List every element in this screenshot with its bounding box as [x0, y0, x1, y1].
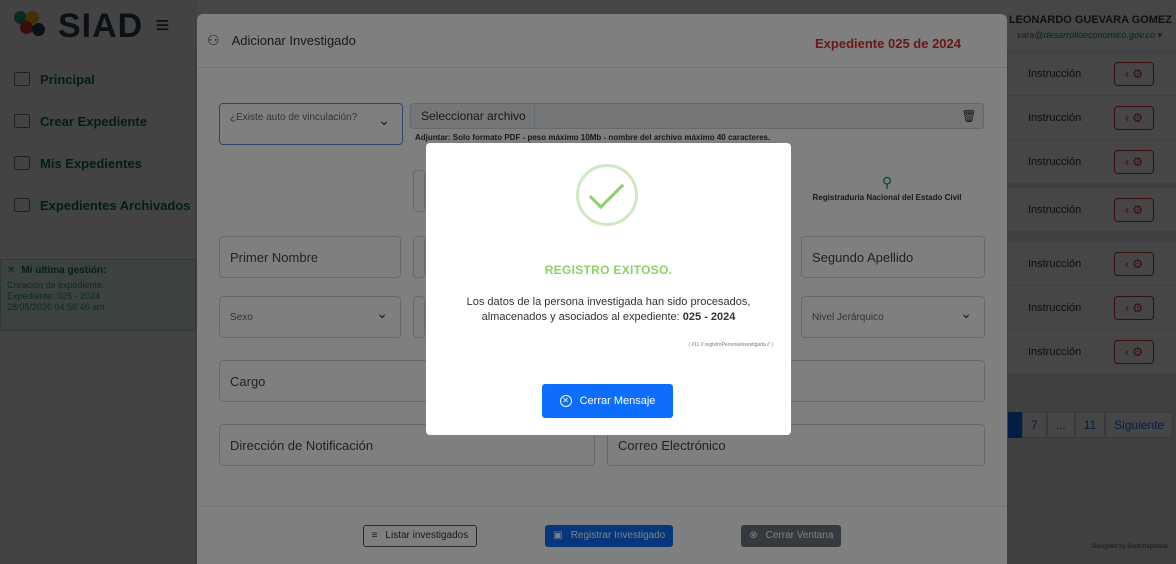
- alert-expediente: 025 - 2024: [682, 311, 736, 323]
- alert-code: ( #11 // registroPersonaInvestigada // ): [688, 342, 773, 348]
- success-check-icon: [576, 164, 638, 226]
- alert-title: REGISTRO EXITOSO.: [544, 263, 673, 277]
- success-dialog: REGISTRO EXITOSO. Los datos de la person…: [426, 143, 791, 435]
- alert-message: Los datos de la persona investigada han …: [466, 296, 751, 323]
- close-circle-icon: ✕: [559, 395, 572, 407]
- close-message-button[interactable]: ✕ Cerrar Mensaje: [542, 384, 673, 418]
